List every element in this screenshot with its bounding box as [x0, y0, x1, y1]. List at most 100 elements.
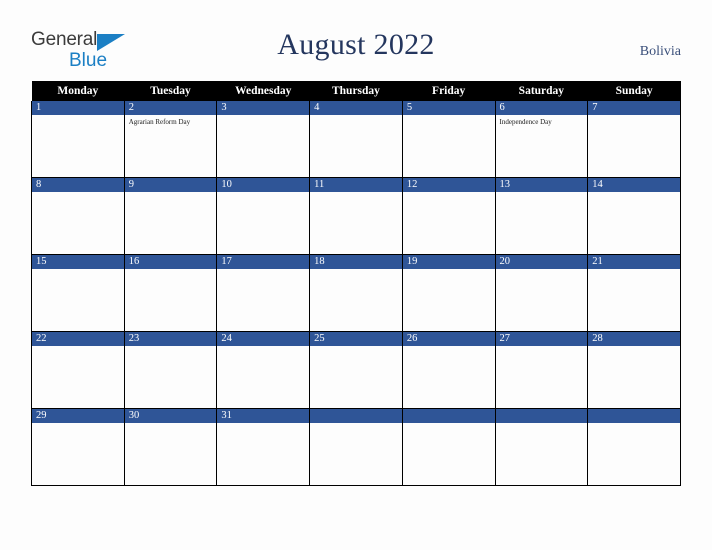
calendar-day-cell[interactable]: 2 Agrarian Reform Day	[123, 101, 218, 178]
calendar-body: 1 2 Agrarian Reform Day 3 4 5 6 Independence Da…	[31, 101, 681, 486]
day-events	[217, 346, 309, 349]
weekday-header-saturday: Saturday	[495, 81, 588, 101]
calendar-day-cell[interactable]: 15	[31, 254, 125, 332]
weekday-header-thursday: Thursday	[309, 81, 403, 101]
day-cell-content: 1	[32, 101, 124, 177]
calendar-day-cell[interactable]: 21	[587, 254, 681, 332]
day-events: Independence Day	[496, 115, 588, 127]
day-cell-content: 30	[124, 409, 217, 485]
calendar-day-cell[interactable]	[494, 408, 589, 486]
calendar-day-cell[interactable]: 4	[309, 101, 403, 178]
day-cell-content: 4	[310, 101, 402, 177]
day-number: 7	[588, 101, 680, 115]
calendar-week-row: 22 23 24 25 26 27 28	[31, 331, 681, 409]
day-events	[403, 423, 495, 426]
day-cell-content: 25	[310, 332, 402, 408]
day-number: 18	[310, 255, 402, 269]
day-number: 17	[217, 255, 310, 269]
calendar-day-cell[interactable]: 24	[216, 331, 311, 409]
calendar-day-cell[interactable]: 12	[401, 177, 496, 255]
day-events	[310, 346, 402, 349]
calendar-grid-wrapper: Monday Tuesday Wednesday Thursday Friday…	[31, 81, 681, 486]
day-events	[32, 192, 124, 195]
day-events	[496, 423, 588, 426]
calendar-day-cell[interactable]: 27	[494, 331, 589, 409]
calendar-day-cell[interactable]: 1	[31, 101, 125, 178]
calendar-day-cell[interactable]: 8	[31, 177, 125, 255]
day-number: 28	[588, 332, 680, 346]
calendar-day-cell[interactable]: 10	[216, 177, 311, 255]
day-cell-content	[402, 409, 495, 485]
calendar-day-cell[interactable]: 16	[123, 254, 218, 332]
calendar-day-cell[interactable]: 18	[309, 254, 403, 332]
calendar-day-cell[interactable]	[401, 408, 496, 486]
day-events	[217, 423, 309, 426]
calendar-day-cell[interactable]: 23	[123, 331, 218, 409]
calendar-day-cell[interactable]: 30	[123, 408, 218, 486]
day-cell-content: 20	[495, 255, 588, 331]
day-number: 16	[124, 255, 217, 269]
calendar-day-cell[interactable]: 28	[587, 331, 681, 409]
day-cell-content: 7	[588, 101, 680, 177]
day-number: 21	[588, 255, 680, 269]
day-number: 26	[402, 332, 495, 346]
day-cell-content: 8	[32, 178, 124, 254]
day-events	[403, 115, 495, 118]
calendar-page: General Blue August 2022 Bolivia Monday …	[0, 0, 712, 550]
calendar-day-cell[interactable]: 3	[216, 101, 311, 178]
day-number: 1	[32, 101, 124, 115]
calendar-day-cell[interactable]: 17	[216, 254, 311, 332]
day-cell-content: 18	[310, 255, 402, 331]
weekday-header-friday: Friday	[402, 81, 496, 101]
calendar-day-cell[interactable]: 31	[216, 408, 311, 486]
calendar-day-cell[interactable]	[587, 408, 681, 486]
day-events	[32, 423, 124, 426]
day-events	[32, 346, 124, 349]
calendar-day-cell[interactable]: 14	[587, 177, 681, 255]
day-events	[310, 192, 402, 195]
day-number: 25	[310, 332, 402, 346]
holiday-label: Independence Day	[499, 118, 552, 126]
day-number: 10	[217, 178, 310, 192]
page-title: August 2022	[277, 28, 435, 61]
calendar-day-cell[interactable]: 13	[494, 177, 589, 255]
day-number: 2	[124, 101, 217, 115]
day-cell-content: 12	[402, 178, 495, 254]
day-cell-content: 17	[217, 255, 310, 331]
day-cell-content: 11	[310, 178, 402, 254]
day-number: 27	[495, 332, 588, 346]
day-events	[32, 269, 124, 272]
calendar-day-cell[interactable]: 25	[309, 331, 403, 409]
calendar-day-cell[interactable]: 7	[587, 101, 681, 178]
day-cell-content: 21	[588, 255, 680, 331]
day-events	[403, 269, 495, 272]
day-number: 31	[217, 409, 310, 423]
calendar-day-cell[interactable]: 6 Independence Day	[494, 101, 589, 178]
page-header: General Blue August 2022 Bolivia	[0, 0, 712, 78]
weekday-header-sunday: Sunday	[587, 81, 681, 101]
calendar-day-cell[interactable]: 26	[401, 331, 496, 409]
day-events	[310, 115, 402, 118]
day-events	[588, 115, 680, 118]
weekday-header-wednesday: Wednesday	[216, 81, 310, 101]
day-cell-content	[495, 409, 588, 485]
day-cell-content: 14	[588, 178, 680, 254]
holiday-label: Agrarian Reform Day	[128, 118, 191, 126]
day-cell-content: 6 Independence Day	[495, 101, 588, 177]
day-cell-content: 26	[402, 332, 495, 408]
calendar-day-cell[interactable]: 20	[494, 254, 589, 332]
calendar-day-cell[interactable]: 11	[309, 177, 403, 255]
calendar-day-cell[interactable]: 19	[401, 254, 496, 332]
day-events	[125, 423, 217, 426]
calendar-day-cell[interactable]: 9	[123, 177, 218, 255]
day-number: 19	[402, 255, 495, 269]
calendar-day-cell[interactable]: 5	[401, 101, 496, 178]
calendar-day-cell[interactable]: 22	[31, 331, 125, 409]
country-label: Bolivia	[639, 44, 681, 59]
weekday-header-row: Monday Tuesday Wednesday Thursday Friday…	[31, 81, 681, 101]
day-events	[496, 346, 588, 349]
calendar-day-cell[interactable]: 29	[31, 408, 125, 486]
day-events	[403, 346, 495, 349]
day-cell-content	[588, 409, 680, 485]
calendar-day-cell[interactable]	[309, 408, 403, 486]
